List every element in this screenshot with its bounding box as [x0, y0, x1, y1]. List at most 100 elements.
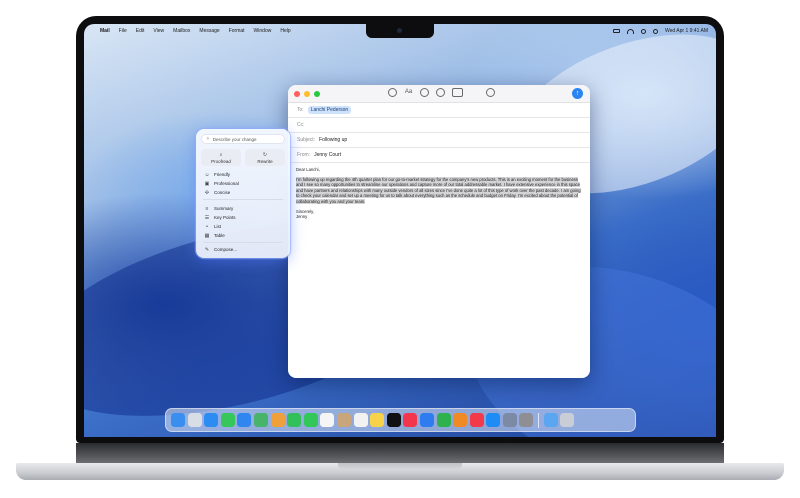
- laptop-hinge: [76, 443, 724, 463]
- menu-format[interactable]: Format: [229, 28, 245, 34]
- menu-edit[interactable]: Edit: [136, 28, 145, 34]
- camera-icon: [397, 28, 402, 33]
- markup-icon[interactable]: [486, 88, 495, 97]
- wifi-icon[interactable]: [627, 28, 634, 34]
- concise-icon: ✣: [204, 189, 210, 196]
- menu-view[interactable]: View: [153, 28, 164, 34]
- mail-icon[interactable]: [237, 413, 252, 427]
- rewrite-label: Rewrite: [257, 158, 273, 164]
- tone-list: ☺ Friendly ▣ Professional ✣ Concise: [201, 170, 285, 197]
- zoom-button[interactable]: [314, 90, 320, 97]
- arrow-up-icon[interactable]: ↑: [572, 88, 583, 99]
- compose-label: Compose...: [214, 247, 238, 252]
- trash-icon[interactable]: [560, 413, 575, 427]
- primary-actions: ⌕ Proofread ↻ Rewrite: [201, 149, 285, 166]
- rewrite-icon: ↻: [262, 151, 268, 158]
- subject-field[interactable]: Subject: Following up: [288, 133, 590, 148]
- messages-icon[interactable]: [220, 413, 235, 427]
- pencil-icon: ✎: [204, 246, 210, 253]
- emoji-icon[interactable]: [420, 88, 429, 97]
- finder-icon[interactable]: [171, 413, 185, 427]
- table-option[interactable]: ▦ Table: [201, 231, 285, 240]
- keynote-icon[interactable]: [419, 413, 434, 427]
- app-store-icon[interactable]: [486, 413, 501, 427]
- table-icon: ▦: [204, 232, 210, 239]
- from-field[interactable]: From: Jenny Court: [288, 148, 590, 163]
- menu-message[interactable]: Message: [199, 28, 219, 34]
- to-field[interactable]: To: Lanchi Pederson: [288, 103, 590, 118]
- message-body[interactable]: Dear Lanchi, I'm following up regarding …: [288, 163, 590, 224]
- laptop-lip: [338, 463, 462, 470]
- menu-help[interactable]: Help: [280, 28, 290, 34]
- proofread-button[interactable]: ⌕ Proofread: [201, 149, 241, 166]
- writing-tools-icon[interactable]: [388, 88, 397, 97]
- downloads-icon[interactable]: [543, 413, 558, 427]
- from-label: From:: [297, 152, 311, 158]
- control-center-icon[interactable]: [653, 28, 658, 34]
- toolbar-tools: Aa: [388, 88, 495, 97]
- from-value[interactable]: Jenny Court: [314, 152, 341, 158]
- smile-icon: ☺: [204, 171, 210, 178]
- facetime-icon[interactable]: [287, 413, 302, 427]
- window-toolbar: Aa ↑: [288, 85, 590, 103]
- safari-icon[interactable]: [204, 413, 219, 427]
- describe-placeholder: Describe your change: [212, 136, 257, 142]
- minimize-button[interactable]: [304, 90, 310, 97]
- greeting: Dear Lanchi,: [296, 167, 320, 172]
- menu-app-name[interactable]: Mail: [100, 28, 110, 34]
- tv-icon[interactable]: [386, 413, 401, 427]
- signature: Jenny: [296, 214, 308, 220]
- compose-option[interactable]: ✎ Compose...: [201, 245, 285, 254]
- transform-list: ≡ Summary ☰ Key Points • List ▦ Table: [201, 204, 285, 240]
- key-points-option[interactable]: ☰ Key Points: [201, 213, 285, 222]
- friendly-option[interactable]: ☺ Friendly: [201, 170, 285, 179]
- menu-clock[interactable]: Wed Apr 1 9:41 AM: [665, 28, 708, 34]
- cc-field[interactable]: Cc:: [288, 118, 590, 133]
- music-icon[interactable]: [403, 413, 418, 427]
- dock: [165, 408, 636, 432]
- professional-option[interactable]: ▣ Professional: [201, 179, 285, 188]
- system-settings-icon[interactable]: [519, 413, 534, 427]
- reminders-icon[interactable]: [353, 413, 368, 427]
- menu-file[interactable]: File: [119, 28, 127, 34]
- cc-label: Cc:: [297, 122, 305, 128]
- photos-icon[interactable]: [270, 413, 285, 427]
- notes-icon[interactable]: [370, 413, 385, 427]
- menu-mailbox[interactable]: Mailbox: [173, 28, 190, 34]
- summary-option[interactable]: ≡ Summary: [201, 204, 285, 213]
- menu-window[interactable]: Window: [254, 28, 272, 34]
- attach-icon[interactable]: [470, 88, 479, 97]
- launchpad-icon[interactable]: [187, 413, 202, 427]
- news-icon[interactable]: [469, 413, 484, 427]
- battery-icon[interactable]: [613, 29, 620, 33]
- pages-icon[interactable]: [453, 413, 468, 427]
- close-button[interactable]: [294, 90, 300, 97]
- sparkle-icon: ✧: [206, 136, 210, 141]
- iphone-mirroring-icon[interactable]: [502, 413, 517, 427]
- maps-icon[interactable]: [253, 413, 268, 427]
- proofread-label: Proofread: [211, 158, 231, 164]
- divider: [203, 199, 283, 200]
- smart-compose-icon[interactable]: [436, 88, 445, 97]
- attachment-browser-icon[interactable]: [452, 88, 463, 97]
- calendar-icon[interactable]: [320, 413, 335, 427]
- phone-icon[interactable]: [303, 413, 318, 427]
- list-option[interactable]: • List: [201, 222, 285, 231]
- selected-paragraph[interactable]: I'm following up regarding the 4th quart…: [296, 176, 581, 204]
- recipient-chip[interactable]: Lanchi Pederson: [307, 106, 352, 114]
- option-label: Friendly: [214, 172, 231, 177]
- format-text-icon[interactable]: Aa: [404, 88, 413, 97]
- concise-option[interactable]: ✣ Concise: [201, 188, 285, 197]
- briefcase-icon: ▣: [204, 180, 210, 187]
- subject-label: Subject:: [297, 137, 316, 143]
- search-icon[interactable]: [641, 28, 646, 34]
- option-label: Key Points: [214, 215, 236, 220]
- status-area: Wed Apr 1 9:41 AM: [613, 28, 708, 34]
- option-label: Concise: [214, 190, 231, 195]
- subject-value[interactable]: Following up: [319, 137, 347, 143]
- contacts-icon[interactable]: [336, 413, 351, 427]
- rewrite-button[interactable]: ↻ Rewrite: [245, 149, 285, 166]
- magnifier-icon: ⌕: [219, 151, 223, 158]
- numbers-icon[interactable]: [436, 413, 451, 427]
- describe-change-input[interactable]: ✧ Describe your change: [201, 134, 285, 144]
